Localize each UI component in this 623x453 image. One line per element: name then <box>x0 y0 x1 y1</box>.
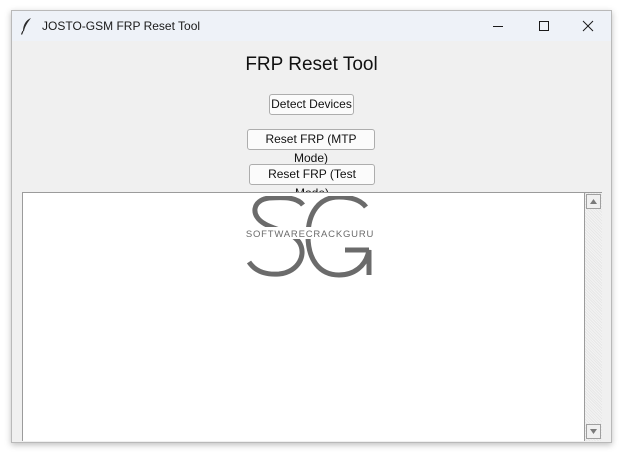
maximize-icon <box>539 21 549 31</box>
scroll-up-button[interactable] <box>586 194 601 209</box>
window-title: JOSTO-GSM FRP Reset Tool <box>42 19 201 33</box>
reset-frp-mtp-button[interactable]: Reset FRP (MTP Mode) <box>247 129 375 165</box>
triangle-up-icon <box>590 199 597 204</box>
watermark-logo: SOFTWARECRACKGURU <box>246 196 374 278</box>
close-button[interactable] <box>565 11 611 41</box>
title-bar[interactable]: JOSTO-GSM FRP Reset Tool <box>12 11 611 41</box>
detect-devices-button[interactable]: Detect Devices <box>269 94 354 115</box>
reset-frp-test-button[interactable]: Reset FRP (Test Mode) <box>249 164 375 200</box>
close-icon <box>582 20 594 32</box>
page-title: FRP Reset Tool <box>245 54 378 75</box>
vertical-scrollbar[interactable] <box>585 192 602 441</box>
minimize-icon <box>493 26 503 27</box>
feather-icon <box>20 18 31 35</box>
watermark-text: SOFTWARECRACKGURU <box>246 229 374 240</box>
maximize-button[interactable] <box>521 11 567 41</box>
app-window: JOSTO-GSM FRP Reset Tool FRP Reset Tool … <box>11 10 612 443</box>
minimize-button[interactable] <box>475 11 521 41</box>
main-content: FRP Reset Tool Detect Devices Reset FRP … <box>12 41 611 442</box>
scroll-down-button[interactable] <box>586 424 601 439</box>
triangle-down-icon <box>590 429 597 434</box>
